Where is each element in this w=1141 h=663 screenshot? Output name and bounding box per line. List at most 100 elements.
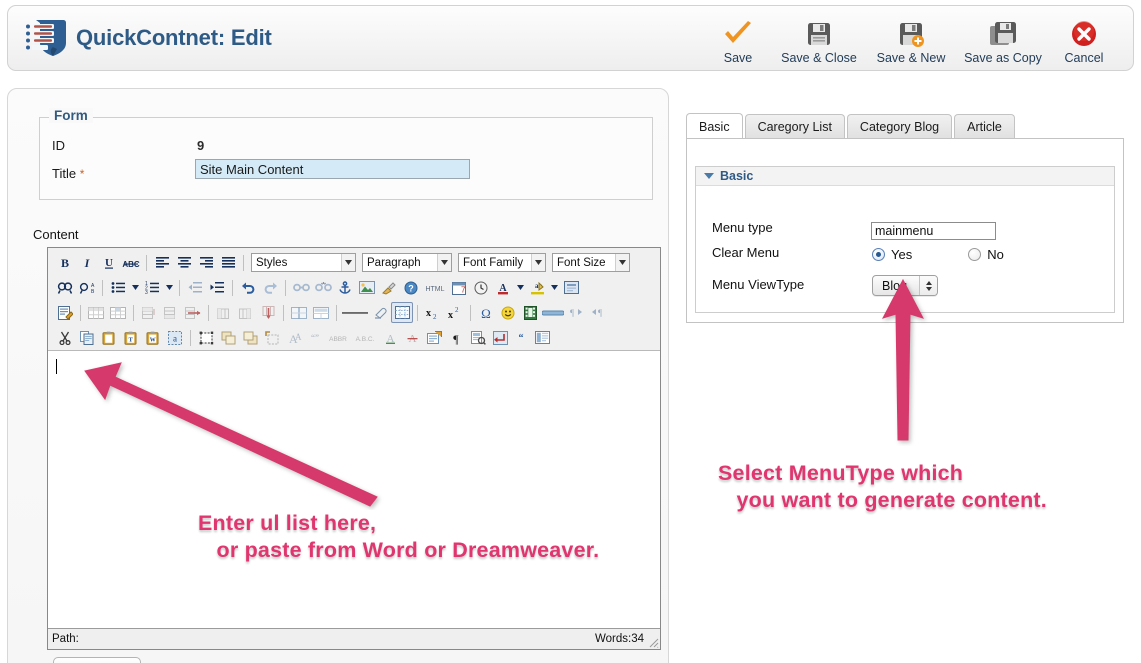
special-char-icon[interactable]: Ω	[475, 302, 497, 323]
tab-category-blog[interactable]: Category Blog	[846, 114, 953, 139]
copy-icon[interactable]	[76, 327, 98, 348]
fullscreen-icon[interactable]	[560, 277, 582, 298]
text-color-icon[interactable]: A	[492, 277, 514, 298]
outdent-icon[interactable]	[184, 277, 206, 298]
menu-viewtype-select[interactable]: Blog	[872, 275, 938, 296]
paragraph-dropdown[interactable]: Paragraph	[362, 253, 452, 272]
col-before-icon[interactable]	[213, 302, 235, 323]
search-icon[interactable]	[54, 277, 76, 298]
numbered-list-icon[interactable]: 123	[141, 277, 163, 298]
replace-icon[interactable]: AB	[76, 277, 98, 298]
paste-text-icon[interactable]: T	[120, 327, 142, 348]
anchor-icon[interactable]	[334, 277, 356, 298]
superscript-icon[interactable]: x2	[444, 302, 466, 323]
cut-icon[interactable]	[54, 327, 76, 348]
save-and-new-button[interactable]: Save & New	[865, 12, 957, 65]
tab-caregory-list[interactable]: Caregory List	[744, 114, 845, 139]
remove-format-icon[interactable]	[369, 302, 391, 323]
align-right-icon[interactable]	[195, 252, 217, 273]
cancel-button[interactable]: Cancel	[1049, 12, 1119, 65]
link-icon[interactable]	[290, 277, 312, 298]
collapse-triangle-icon[interactable]	[704, 173, 714, 179]
blockquote-icon[interactable]: “”	[305, 327, 325, 348]
background-color-icon[interactable]: ab	[526, 277, 548, 298]
page-break-icon[interactable]	[541, 302, 565, 323]
font-size-dropdown[interactable]: Font Size	[552, 253, 630, 272]
clear-menu-no-radio[interactable]: No	[968, 247, 1004, 262]
undo-icon[interactable]	[237, 277, 259, 298]
template-icon[interactable]	[531, 327, 553, 348]
underline-icon[interactable]: U	[98, 252, 120, 273]
align-justify-icon[interactable]	[217, 252, 239, 273]
move-forward-icon[interactable]	[217, 327, 239, 348]
clear-menu-yes-radio[interactable]: Yes	[872, 247, 912, 262]
split-cells-icon[interactable]	[288, 302, 310, 323]
acronym-icon[interactable]: A.B.C.	[351, 327, 379, 348]
select-all-icon[interactable]: a	[164, 327, 186, 348]
row-after-icon[interactable]	[160, 302, 182, 323]
svg-text:U: U	[105, 257, 113, 269]
row-before-icon[interactable]	[138, 302, 160, 323]
calendar-icon[interactable]: 7	[448, 277, 470, 298]
background-color-chevron-down-icon[interactable]	[548, 277, 560, 298]
table-row-props-icon[interactable]	[85, 302, 107, 323]
delete-row-icon[interactable]	[182, 302, 204, 323]
redo-icon[interactable]	[259, 277, 281, 298]
media-icon[interactable]	[519, 302, 541, 323]
subscript-icon[interactable]: x2	[422, 302, 444, 323]
align-left-icon[interactable]	[151, 252, 173, 273]
text-color-chevron-down-icon[interactable]	[514, 277, 526, 298]
strikethrough-icon[interactable]: ABC	[120, 252, 142, 273]
save-and-close-button[interactable]: Save & Close	[773, 12, 865, 65]
insert-layer-icon[interactable]	[195, 327, 217, 348]
delete-col-icon[interactable]	[257, 302, 279, 323]
save-button[interactable]: Save	[703, 12, 773, 65]
style-props-icon[interactable]: AA	[283, 327, 305, 348]
basic-group-header[interactable]: Basic	[696, 167, 1114, 186]
unlink-icon[interactable]	[312, 277, 334, 298]
abbr-icon[interactable]: ABBR	[325, 327, 351, 348]
italic-icon[interactable]: I	[76, 252, 98, 273]
clock-icon[interactable]	[470, 277, 492, 298]
citation-icon[interactable]: “	[511, 327, 531, 348]
resize-grip-icon[interactable]	[646, 635, 659, 648]
attribs-icon[interactable]	[423, 327, 445, 348]
move-backward-icon[interactable]	[239, 327, 261, 348]
title-input[interactable]	[195, 159, 470, 179]
ltr-icon[interactable]: ¶	[565, 302, 587, 323]
del-icon[interactable]: A	[401, 327, 423, 348]
menu-type-input[interactable]	[871, 222, 996, 240]
absolute-position-icon[interactable]	[261, 327, 283, 348]
styles-dropdown[interactable]: Styles	[251, 253, 356, 272]
bold-icon[interactable]: B	[54, 252, 76, 273]
font-family-dropdown[interactable]: Font Family	[458, 253, 546, 272]
visual-aid-icon[interactable]	[391, 302, 413, 323]
horizontal-rule-icon[interactable]	[341, 302, 369, 323]
preview-icon[interactable]	[467, 327, 489, 348]
table-cell-props-icon[interactable]	[107, 302, 129, 323]
save-as-copy-button[interactable]: Save as Copy	[957, 12, 1049, 65]
cleanup-icon[interactable]	[378, 277, 400, 298]
numbered-list-chevron-down-icon[interactable]	[163, 277, 175, 298]
tab-article[interactable]: Article	[954, 114, 1015, 139]
col-after-icon[interactable]	[235, 302, 257, 323]
bottom-partial-button[interactable]	[53, 657, 141, 663]
editor-content-area[interactable]	[48, 351, 660, 620]
visual-chars-icon[interactable]: ¶	[445, 327, 467, 348]
tab-basic[interactable]: Basic	[686, 113, 743, 139]
indent-icon[interactable]	[206, 277, 228, 298]
rtl-icon[interactable]: ¶	[587, 302, 609, 323]
emoticon-icon[interactable]	[497, 302, 519, 323]
bullet-list-icon[interactable]	[107, 277, 129, 298]
align-center-icon[interactable]	[173, 252, 195, 273]
bullet-list-chevron-down-icon[interactable]	[129, 277, 141, 298]
merge-cells-icon[interactable]	[310, 302, 332, 323]
help-icon[interactable]: ?	[400, 277, 422, 298]
edit-css-icon[interactable]	[54, 302, 76, 323]
paste-word-icon[interactable]: W	[142, 327, 164, 348]
html-icon[interactable]: HTML	[422, 277, 448, 298]
image-icon[interactable]	[356, 277, 378, 298]
nonbreaking-icon[interactable]	[489, 327, 511, 348]
ins-icon[interactable]: A	[379, 327, 401, 348]
paste-icon[interactable]	[98, 327, 120, 348]
